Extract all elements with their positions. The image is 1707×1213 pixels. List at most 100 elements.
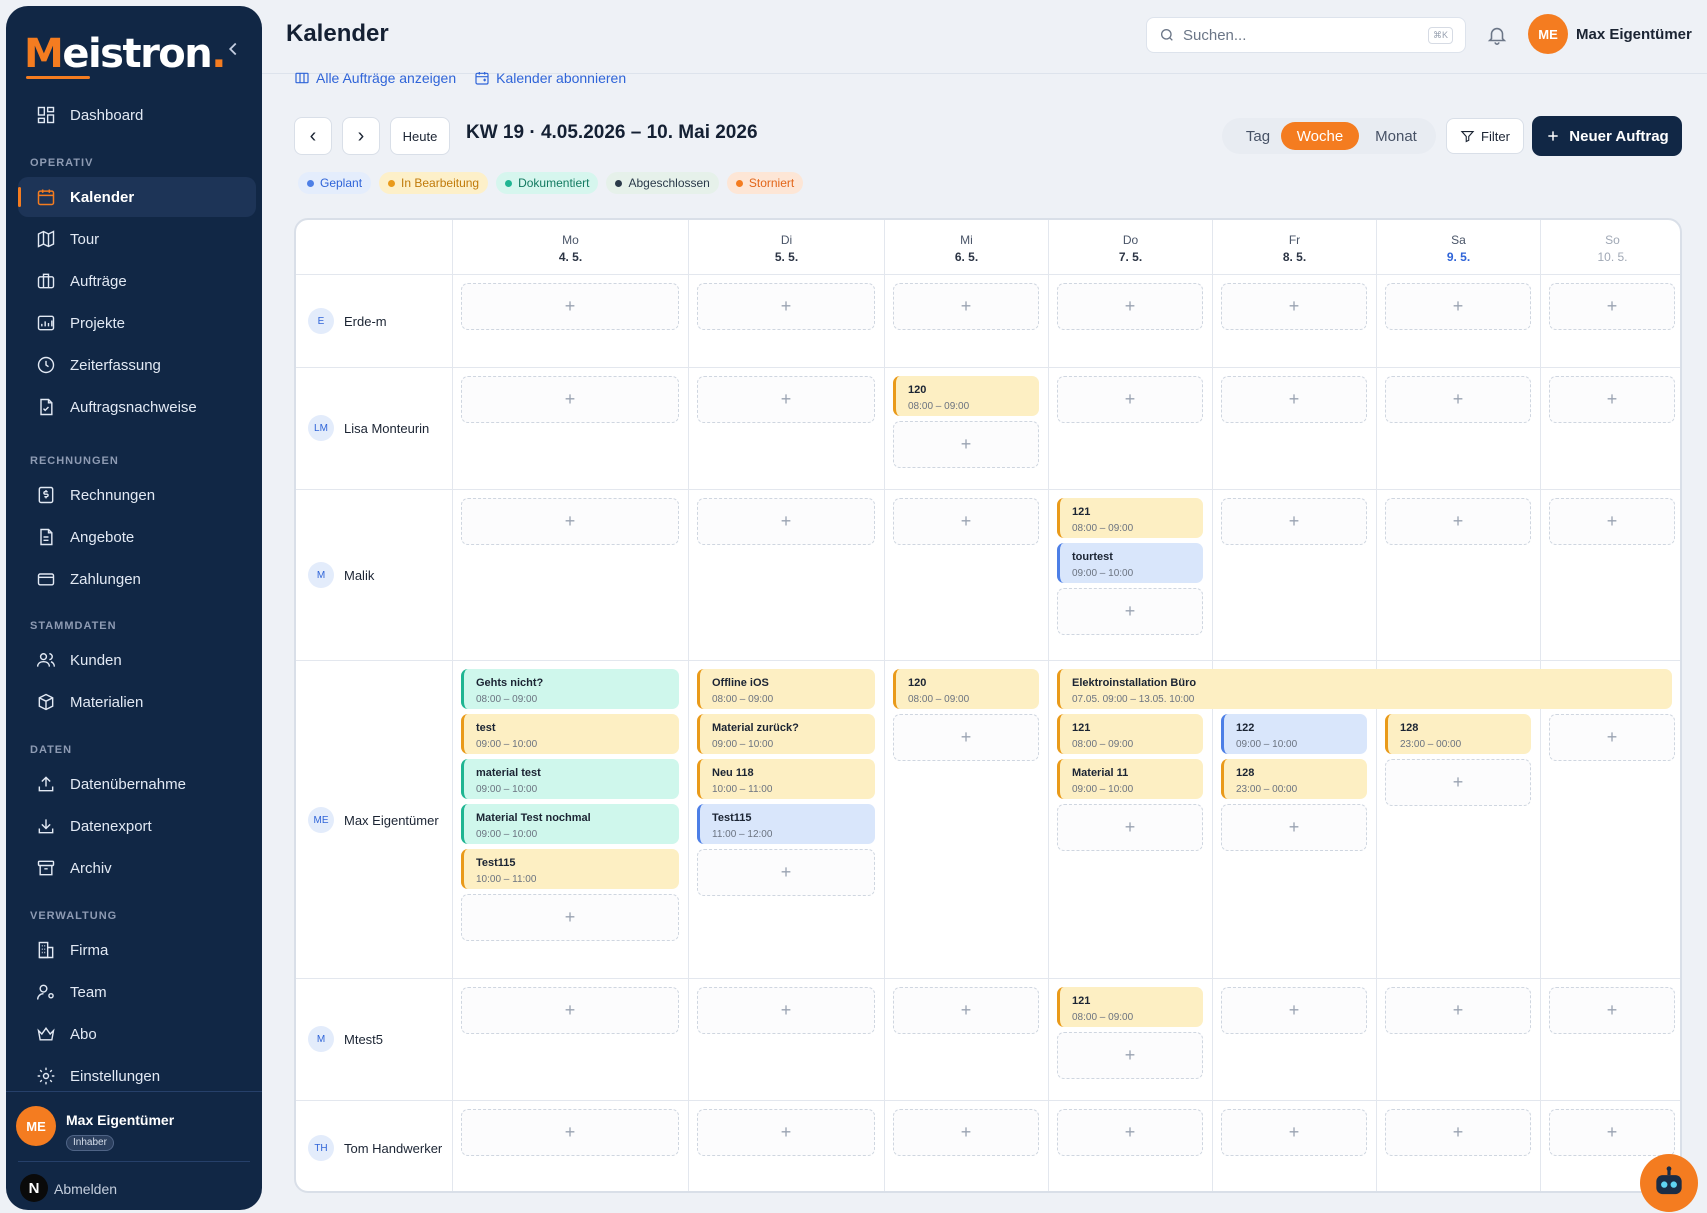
filter-button[interactable]: Filter [1446,118,1524,154]
add-slot-button[interactable]: + [1057,1032,1203,1079]
sidebar-item-kalender[interactable]: Kalender [18,177,256,217]
event-card[interactable]: Material zurück? 09:00 – 10:00 [697,714,875,754]
add-slot-button[interactable]: + [1221,1109,1367,1156]
event-card[interactable]: 121 08:00 – 09:00 [1057,987,1203,1027]
user-menu[interactable]: ME Max Eigentümer [1528,14,1692,54]
search-input[interactable]: Suchen... ⌘K [1146,17,1466,53]
add-slot-button[interactable]: + [1221,498,1367,545]
add-slot-button[interactable]: + [1385,1109,1531,1156]
add-slot-button[interactable]: + [893,987,1039,1034]
add-slot-button[interactable]: + [893,283,1039,330]
sidebar-item-projekte[interactable]: Projekte [18,303,256,343]
all-orders-link[interactable]: Alle Aufträge anzeigen [294,70,456,86]
sidebar-item-datenuebernahme[interactable]: Datenübernahme [18,764,256,804]
add-slot-button[interactable]: + [1221,283,1367,330]
add-slot-button[interactable]: + [1549,987,1675,1034]
event-card[interactable]: Gehts nicht? 08:00 – 09:00 [461,669,679,709]
sidebar-item-kunden[interactable]: Kunden [18,640,256,680]
logout-button[interactable]: Abmelden [54,1181,117,1197]
add-slot-button[interactable]: + [1549,498,1675,545]
sidebar-item-archiv[interactable]: Archiv [18,848,256,888]
event-card[interactable]: 121 08:00 – 09:00 [1057,714,1203,754]
event-card[interactable]: Test115 11:00 – 12:00 [697,804,875,844]
add-slot-button[interactable]: + [1221,804,1367,851]
sidebar-item-auftraege[interactable]: Aufträge [18,261,256,301]
sidebar-item-materialien[interactable]: Materialien [18,682,256,722]
sidebar-item-auftragsnachweise[interactable]: Auftragsnachweise [18,387,256,427]
subscribe-calendar-link[interactable]: Kalender abonnieren [474,70,626,86]
today-button[interactable]: Heute [390,117,450,155]
sidebar-item-abo[interactable]: Abo [18,1014,256,1054]
add-slot-button[interactable]: + [1057,588,1203,635]
event-card[interactable]: Material Test nochmal 09:00 – 10:00 [461,804,679,844]
add-slot-button[interactable]: + [697,498,875,545]
event-card[interactable]: Test115 10:00 – 11:00 [461,849,679,889]
view-monat[interactable]: Monat [1362,122,1430,150]
logo[interactable]: Meistron. [24,26,226,82]
add-slot-button[interactable]: + [461,987,679,1034]
sidebar-item-firma[interactable]: Firma [18,930,256,970]
add-slot-button[interactable]: + [461,498,679,545]
add-slot-button[interactable]: + [697,849,875,896]
add-slot-button[interactable]: + [1057,804,1203,851]
add-slot-button[interactable]: + [1385,498,1531,545]
add-slot-button[interactable]: + [893,714,1039,761]
add-slot-button[interactable]: + [697,1109,875,1156]
add-slot-button[interactable]: + [1385,759,1531,806]
event-card[interactable]: Offline iOS 08:00 – 09:00 [697,669,875,709]
legend-chip-in-bearbeitung[interactable]: In Bearbeitung [379,172,489,194]
new-order-button[interactable]: Neuer Auftrag [1532,116,1682,156]
event-card[interactable]: 128 23:00 – 00:00 [1385,714,1531,754]
collapse-chevron-icon[interactable] [222,38,244,60]
event-card[interactable]: 122 09:00 – 10:00 [1221,714,1367,754]
event-card[interactable]: tourtest 09:00 – 10:00 [1057,543,1203,583]
add-slot-button[interactable]: + [893,1109,1039,1156]
legend-chip-storniert[interactable]: Storniert [726,172,804,194]
add-slot-button[interactable]: + [1549,376,1675,423]
view-tag[interactable]: Tag [1230,122,1286,150]
event-card[interactable]: 120 08:00 – 09:00 [893,669,1039,709]
sidebar-item-dashboard[interactable]: Dashboard [18,95,256,135]
add-slot-button[interactable]: + [1549,283,1675,330]
add-slot-button[interactable]: + [461,376,679,423]
event-card[interactable]: material test 09:00 – 10:00 [461,759,679,799]
add-slot-button[interactable]: + [1385,987,1531,1034]
add-slot-button[interactable]: + [461,1109,679,1156]
add-slot-button[interactable]: + [1057,283,1203,330]
add-slot-button[interactable]: + [1221,376,1367,423]
prev-week-button[interactable]: ‹ [294,117,332,155]
view-woche[interactable]: Woche [1281,122,1359,150]
event-card[interactable]: test 09:00 – 10:00 [461,714,679,754]
add-slot-button[interactable]: + [1057,1109,1203,1156]
sidebar-item-team[interactable]: Team [18,972,256,1012]
event-card[interactable]: Neu 118 10:00 – 11:00 [697,759,875,799]
event-card[interactable]: 128 23:00 – 00:00 [1221,759,1367,799]
sidebar-item-angebote[interactable]: Angebote [18,517,256,557]
legend-chip-abgeschlossen[interactable]: Abgeschlossen [606,172,719,194]
sidebar-item-rechnungen[interactable]: Rechnungen [18,475,256,515]
event-card[interactable]: 121 08:00 – 09:00 [1057,498,1203,538]
event-card[interactable]: Elektroinstallation Büro 07.05. 09:00 – 1… [1057,669,1672,709]
add-slot-button[interactable]: + [1385,283,1531,330]
sidebar-item-datenexport[interactable]: Datenexport [18,806,256,846]
add-slot-button[interactable]: + [461,283,679,330]
legend-chip-geplant[interactable]: Geplant [298,172,372,194]
event-card[interactable]: Material 11 09:00 – 10:00 [1057,759,1203,799]
add-slot-button[interactable]: + [461,894,679,941]
add-slot-button[interactable]: + [1385,376,1531,423]
event-card[interactable]: 120 08:00 – 09:00 [893,376,1039,416]
avatar[interactable]: ME [16,1106,56,1146]
add-slot-button[interactable]: + [1549,714,1675,761]
add-slot-button[interactable]: + [697,283,875,330]
sidebar-item-zeiterfassung[interactable]: Zeiterfassung [18,345,256,385]
sidebar-item-tour[interactable]: Tour [18,219,256,259]
add-slot-button[interactable]: + [1221,987,1367,1034]
add-slot-button[interactable]: + [893,421,1039,468]
next-week-button[interactable]: › [342,117,380,155]
add-slot-button[interactable]: + [893,498,1039,545]
sidebar-item-zahlungen[interactable]: Zahlungen [18,559,256,599]
add-slot-button[interactable]: + [1549,1109,1675,1156]
bell-icon[interactable] [1486,24,1508,46]
add-slot-button[interactable]: + [697,376,875,423]
add-slot-button[interactable]: + [1057,376,1203,423]
